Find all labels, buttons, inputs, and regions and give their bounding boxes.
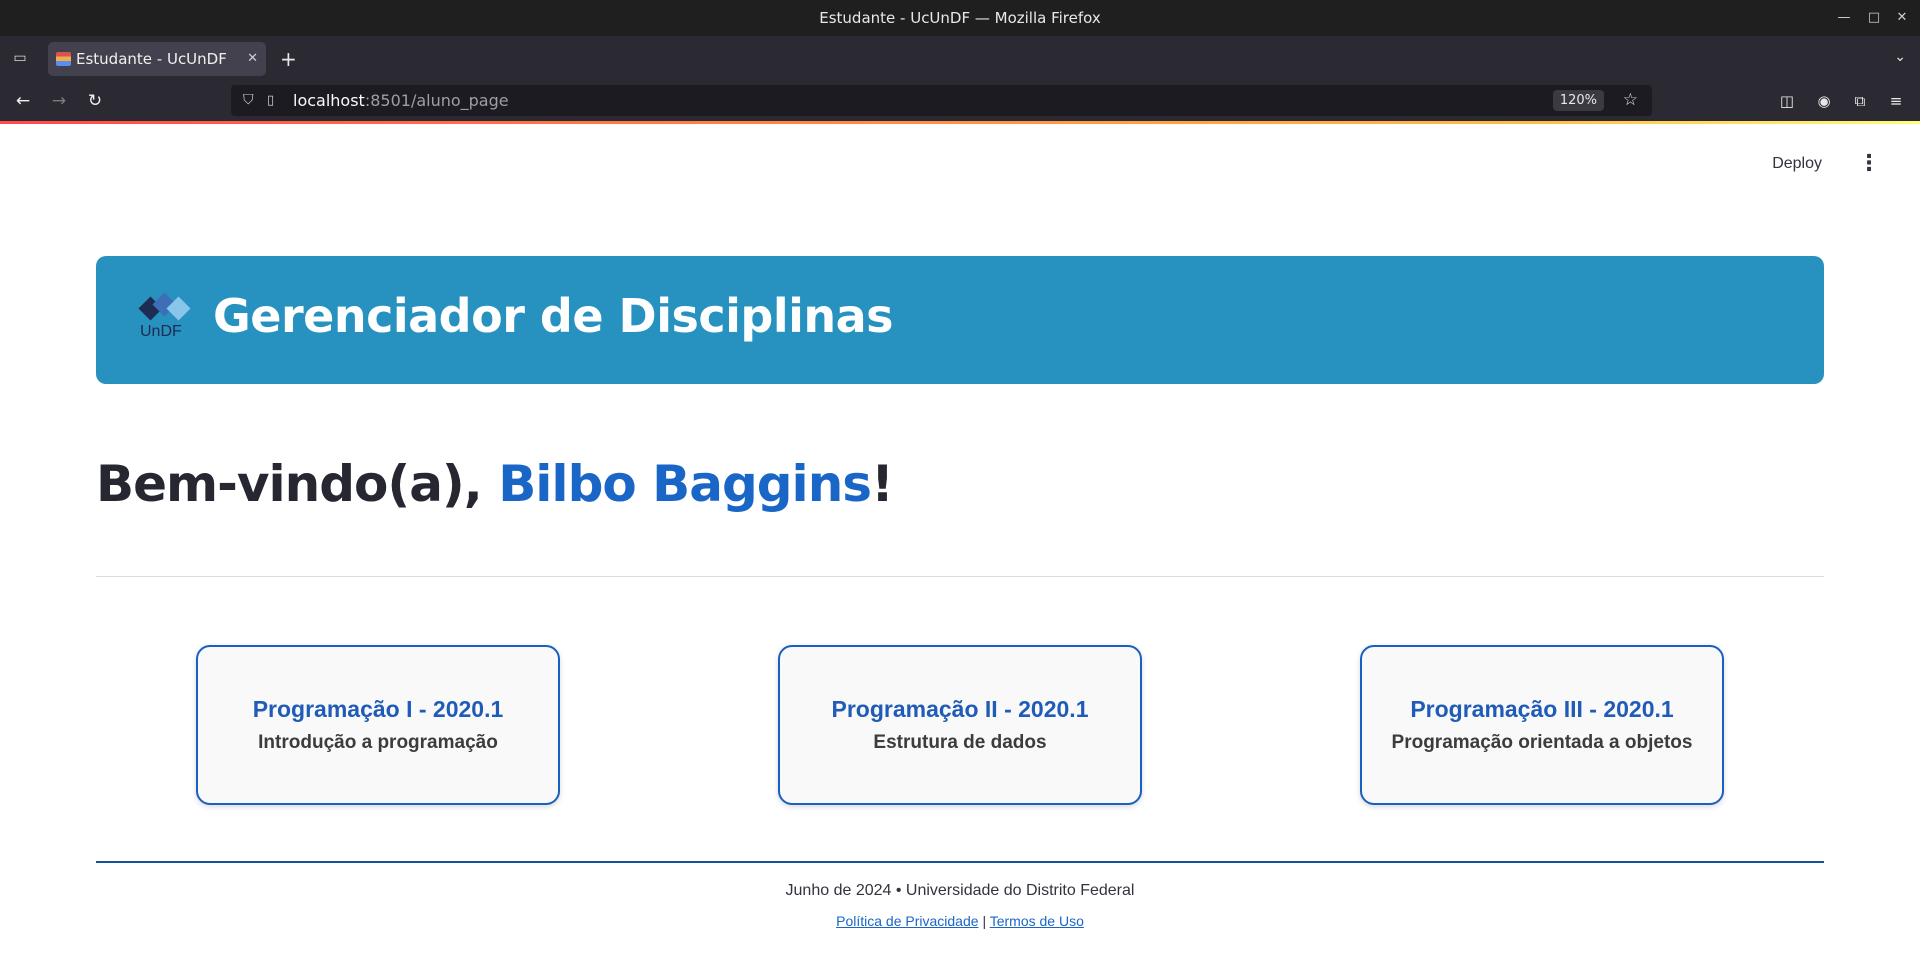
- privacy-policy-link[interactable]: Política de Privacidade: [836, 913, 978, 929]
- url-host: localhost: [293, 91, 365, 110]
- url-bar[interactable]: ⛉ ▯ localhost:8501/aluno_page 120% ☆: [231, 85, 1652, 116]
- footer-text: Junho de 2024 • Universidade do Distrito…: [785, 882, 1135, 899]
- bookmark-star-icon[interactable]: ☆: [1623, 85, 1638, 116]
- tab-estudante[interactable]: Estudante - UcUnDF ✕: [48, 42, 266, 76]
- welcome-heading: Bem-vindo(a), Bilbo Baggins!: [96, 455, 894, 513]
- navigation-bar: ← → ↻ ⛉ ▯ localhost:8501/aluno_page 120%…: [0, 80, 1920, 121]
- logo-text: UnDF: [140, 323, 182, 340]
- extensions-icon[interactable]: ⧉: [1847, 88, 1873, 114]
- user-name: Bilbo Baggins: [498, 455, 872, 513]
- tab-title: Estudante - UcUnDF: [76, 50, 227, 68]
- course-subtitle: Estrutura de dados: [873, 732, 1047, 753]
- url-path: :8501/aluno_page: [364, 91, 509, 110]
- list-tabs-icon[interactable]: ⌄: [1894, 49, 1906, 65]
- course-subtitle: Introdução a programação: [258, 732, 498, 753]
- zoom-indicator[interactable]: 120%: [1552, 90, 1604, 111]
- deploy-button[interactable]: Deploy: [1772, 155, 1822, 173]
- course-title: Programação I - 2020.1: [252, 696, 504, 722]
- window-titlebar: Estudante - UcUnDF — Mozilla Firefox — □…: [0, 0, 1920, 36]
- course-subtitle: Programação orientada a objetos: [1391, 732, 1693, 753]
- pocket-icon[interactable]: ◫: [1774, 88, 1800, 114]
- course-card[interactable]: Programação II - 2020.1 Estrutura de dad…: [778, 645, 1142, 805]
- course-card[interactable]: Programação III - 2020.1 Programação ori…: [1360, 645, 1724, 805]
- main-menu-icon[interactable]: ⋮: [1858, 152, 1880, 176]
- course-title: Programação II - 2020.1: [831, 696, 1089, 722]
- divider: [96, 576, 1824, 577]
- course-title: Programação III - 2020.1: [1410, 696, 1674, 722]
- header-banner: UnDF Gerenciador de Disciplinas: [96, 256, 1824, 384]
- new-tab-icon[interactable]: +: [280, 49, 297, 69]
- course-card[interactable]: Programação I - 2020.1 Introdução a prog…: [196, 645, 560, 805]
- forward-icon[interactable]: →: [46, 88, 72, 114]
- undf-logo: UnDF: [136, 292, 194, 346]
- firefox-view-icon[interactable]: ▭: [9, 47, 31, 69]
- back-icon[interactable]: ←: [10, 88, 36, 114]
- page-icon[interactable]: ▯: [267, 85, 274, 116]
- reload-icon[interactable]: ↻: [82, 88, 108, 114]
- close-window-icon[interactable]: ✕: [1884, 0, 1920, 36]
- footer-divider: [96, 861, 1824, 863]
- page-title: Gerenciador de Disciplinas: [213, 289, 894, 343]
- shield-icon[interactable]: ⛉: [243, 85, 254, 116]
- close-tab-icon[interactable]: ✕: [247, 42, 258, 76]
- terms-of-use-link[interactable]: Termos de Uso: [990, 913, 1084, 929]
- account-icon[interactable]: ◉: [1811, 88, 1837, 114]
- menu-icon[interactable]: ≡: [1883, 88, 1909, 114]
- footer-separator: |: [982, 913, 987, 929]
- tab-strip: ▭ Estudante - UcUnDF ✕ + ⌄: [0, 36, 1920, 80]
- welcome-suffix: !: [871, 455, 894, 513]
- footer-links: Política de Privacidade | Termos de Uso: [0, 913, 1920, 929]
- welcome-prefix: Bem-vindo(a),: [96, 455, 499, 513]
- favicon-icon: [56, 52, 71, 66]
- window-title: Estudante - UcUnDF — Mozilla Firefox: [819, 9, 1101, 27]
- streamlit-decoration-bar: [0, 121, 1920, 124]
